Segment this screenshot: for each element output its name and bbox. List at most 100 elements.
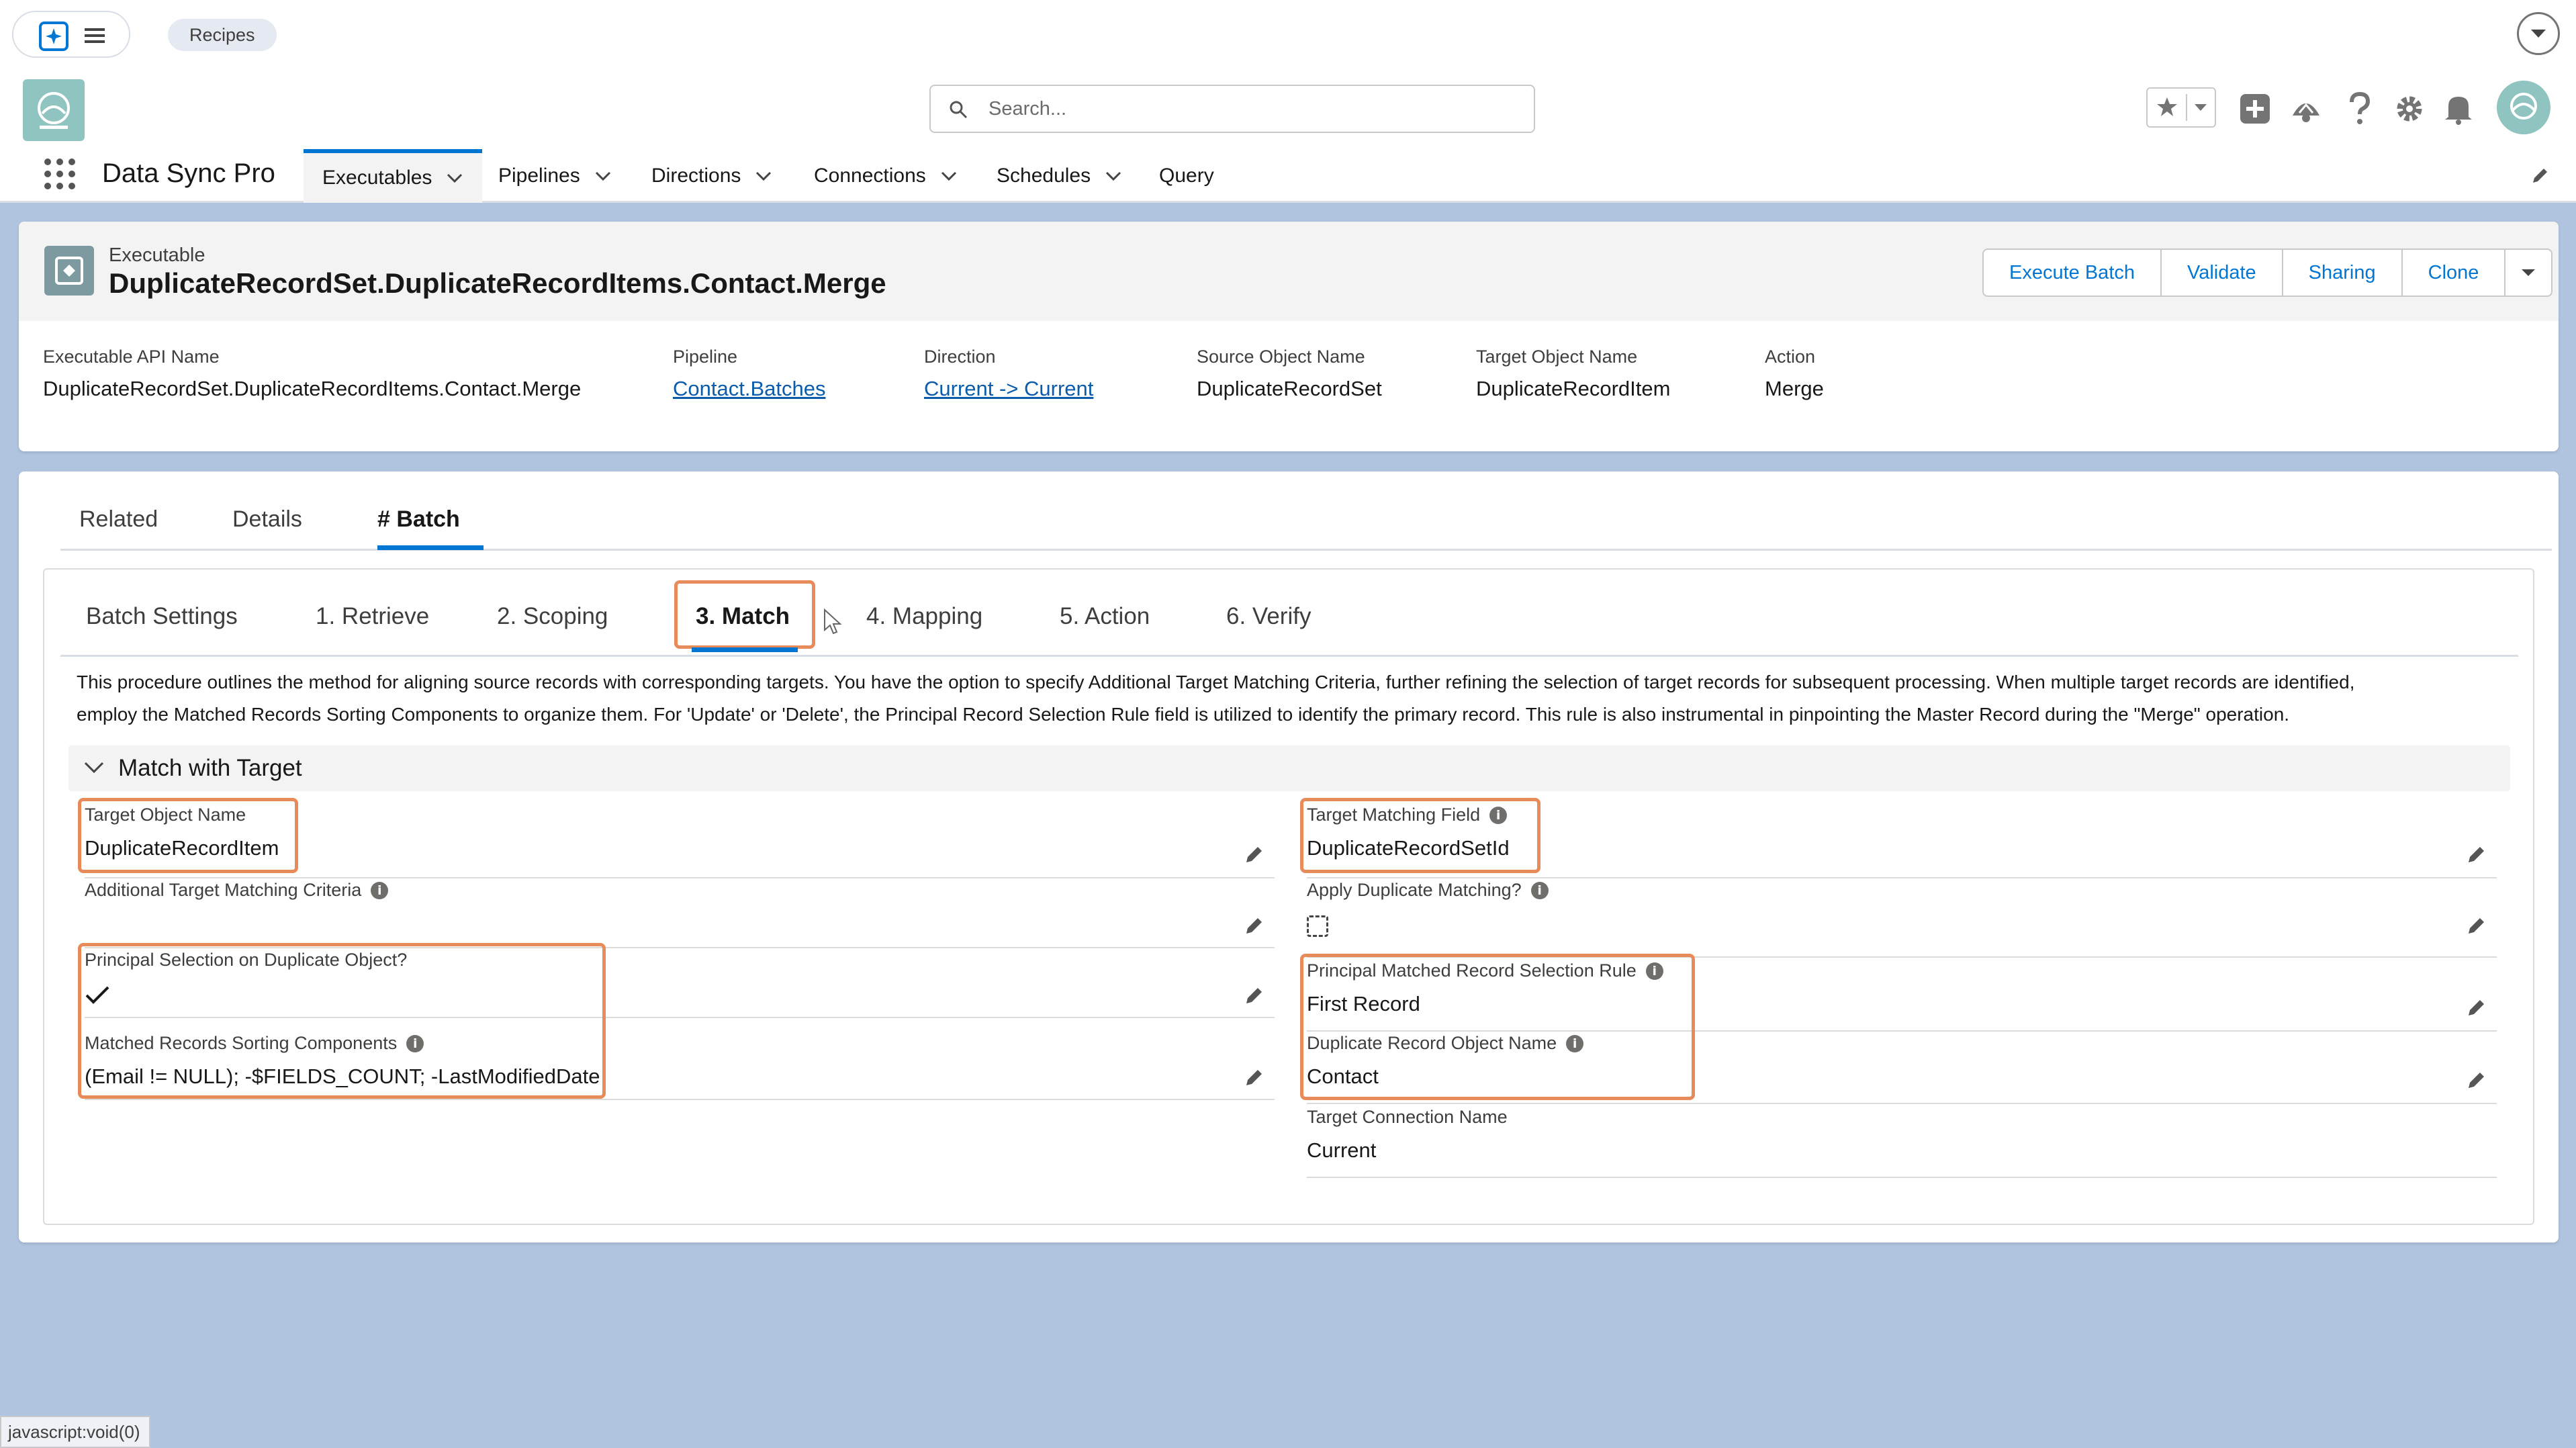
chevron-down-icon[interactable] — [447, 173, 463, 183]
execute-batch-button[interactable]: Execute Batch — [1984, 250, 2162, 296]
field-label: Target Connection Name — [1307, 1107, 1508, 1127]
gear-icon[interactable] — [2393, 93, 2426, 125]
pipeline-link[interactable]: Contact.Batches — [673, 377, 825, 401]
edit-pencil-icon[interactable] — [2466, 1069, 2487, 1091]
active-subtab-indicator — [692, 647, 798, 652]
chevron-down-icon[interactable] — [83, 760, 105, 775]
edit-pencil-icon[interactable] — [1244, 985, 1265, 1006]
section-title: Match with Target — [118, 755, 302, 781]
tab-details[interactable]: Details — [232, 506, 302, 533]
nav-tab-label: Executables — [322, 167, 432, 189]
subtab-batch-settings[interactable]: Batch Settings — [86, 603, 238, 630]
edit-pencil-icon[interactable] — [1244, 844, 1265, 865]
highlight-value: Merge — [1765, 377, 1824, 400]
app-launcher-pill[interactable] — [12, 11, 130, 58]
validate-button[interactable]: Validate — [2162, 250, 2283, 296]
sharing-button[interactable]: Sharing — [2283, 250, 2403, 296]
direction-link[interactable]: Current -> Current — [924, 377, 1093, 401]
subtab-scoping[interactable]: 2. Scoping — [497, 603, 608, 630]
subtab-verify[interactable]: 6. Verify — [1226, 603, 1311, 630]
record-tabs: Related Details # Batch — [60, 471, 2552, 551]
nav-tab-directions[interactable]: Directions — [651, 149, 772, 203]
edit-nav-pencil-icon[interactable] — [2530, 165, 2550, 185]
agentforce-icon[interactable] — [39, 21, 68, 51]
highlight-label: Source Object Name — [1197, 347, 1365, 367]
field-value: Current — [1307, 1138, 1377, 1162]
chevron-down-icon[interactable] — [941, 171, 957, 181]
tab-related[interactable]: Related — [79, 506, 158, 533]
subtab-match[interactable]: 3. Match — [696, 603, 790, 630]
match-description: This procedure outlines the method for a… — [77, 666, 2508, 731]
section-match-with-target[interactable]: Match with Target — [68, 745, 2510, 791]
highlight-direction: Direction Current -> Current — [924, 347, 1093, 401]
nav-tab-connections[interactable]: Connections — [814, 149, 957, 203]
record-highlights-panel: Executable DuplicateRecordSet.DuplicateR… — [19, 222, 2559, 451]
highlight-box-principal-selection — [78, 943, 606, 1099]
star-icon — [2155, 95, 2179, 120]
trailhead-icon[interactable] — [2290, 93, 2322, 125]
subtab-mapping[interactable]: 4. Mapping — [866, 603, 982, 630]
nav-tab-label: Pipelines — [498, 165, 580, 187]
nav-tab-executables[interactable]: Executables — [304, 149, 482, 203]
global-search[interactable]: Search... — [929, 85, 1535, 133]
record-header: Executable DuplicateRecordSet.DuplicateR… — [19, 222, 2559, 321]
edit-pencil-icon[interactable] — [2466, 997, 2487, 1018]
nav-tab-label: Connections — [814, 165, 926, 187]
highlight-label: Pipeline — [673, 347, 738, 367]
field-divider — [1307, 1177, 2497, 1178]
help-icon[interactable] — [2344, 91, 2376, 126]
status-bar: javascript:void(0) — [0, 1416, 150, 1448]
field-divider — [1307, 1103, 2497, 1104]
highlight-box-target-object-name — [78, 798, 298, 873]
chevron-down-icon[interactable] — [2517, 12, 2560, 55]
chevron-down-icon[interactable] — [1105, 171, 1121, 181]
highlight-action: Action Merge — [1765, 347, 1824, 401]
highlight-value: DuplicateRecordSet — [1197, 377, 1382, 400]
nav-tab-schedules[interactable]: Schedules — [997, 149, 1121, 203]
info-icon[interactable]: i — [371, 881, 389, 899]
chevron-down-icon[interactable] — [755, 171, 772, 181]
add-icon[interactable] — [2239, 93, 2271, 125]
highlight-value: DuplicateRecordItem — [1476, 377, 1671, 400]
notification-bell-icon[interactable] — [2443, 93, 2474, 125]
user-avatar[interactable] — [2497, 81, 2550, 134]
search-icon — [948, 99, 968, 120]
highlight-label: Direction — [924, 347, 996, 367]
subtab-retrieve[interactable]: 1. Retrieve — [316, 603, 429, 630]
edit-pencil-icon[interactable] — [2466, 844, 2487, 865]
field-label-text: Apply Duplicate Matching? — [1307, 880, 1522, 900]
breadcrumb[interactable]: Recipes — [168, 19, 277, 51]
favorites-button[interactable] — [2146, 87, 2216, 128]
edit-pencil-icon[interactable] — [1244, 1067, 1265, 1088]
search-placeholder: Search... — [988, 98, 1067, 120]
tab-batch[interactable]: # Batch — [377, 506, 460, 533]
highlight-label: Action — [1765, 347, 1816, 367]
description-line: employ the Matched Records Sorting Compo… — [77, 704, 2290, 725]
highlight-box-principal-rule — [1300, 954, 1695, 1100]
active-tab-indicator — [377, 545, 484, 550]
edit-pencil-icon[interactable] — [1244, 915, 1265, 936]
more-actions-button[interactable] — [2505, 250, 2551, 296]
app-name: Data Sync Pro — [102, 159, 275, 188]
nav-tab-label: Schedules — [997, 165, 1091, 187]
highlight-value: DuplicateRecordSet.DuplicateRecordItems.… — [43, 377, 582, 400]
clone-button[interactable]: Clone — [2403, 250, 2506, 296]
field-additional-target-matching-criteria: Additional Target Matching Criteria i — [85, 880, 389, 901]
info-icon[interactable]: i — [1530, 881, 1549, 899]
app-launcher-icon[interactable] — [43, 157, 77, 191]
unchecked-checkbox-icon — [1307, 915, 1328, 937]
highlight-label: Executable API Name — [43, 347, 220, 367]
nav-tab-pipelines[interactable]: Pipelines — [498, 149, 611, 203]
nav-tab-query[interactable]: Query — [1159, 149, 1214, 203]
field-apply-duplicate-matching: Apply Duplicate Matching? i — [1307, 880, 1549, 937]
highlight-label: Target Object Name — [1476, 347, 1638, 367]
field-label-text: Additional Target Matching Criteria — [85, 880, 362, 900]
subtab-action[interactable]: 5. Action — [1060, 603, 1150, 630]
highlight-pipeline: Pipeline Contact.Batches — [673, 347, 825, 401]
field-label: Additional Target Matching Criteria i — [85, 880, 389, 901]
edit-pencil-icon[interactable] — [2466, 915, 2487, 936]
chevron-down-icon[interactable] — [595, 171, 611, 181]
nav-tab-label: Directions — [651, 165, 741, 187]
menu-icon[interactable] — [82, 24, 107, 47]
app-logo[interactable] — [23, 79, 85, 141]
